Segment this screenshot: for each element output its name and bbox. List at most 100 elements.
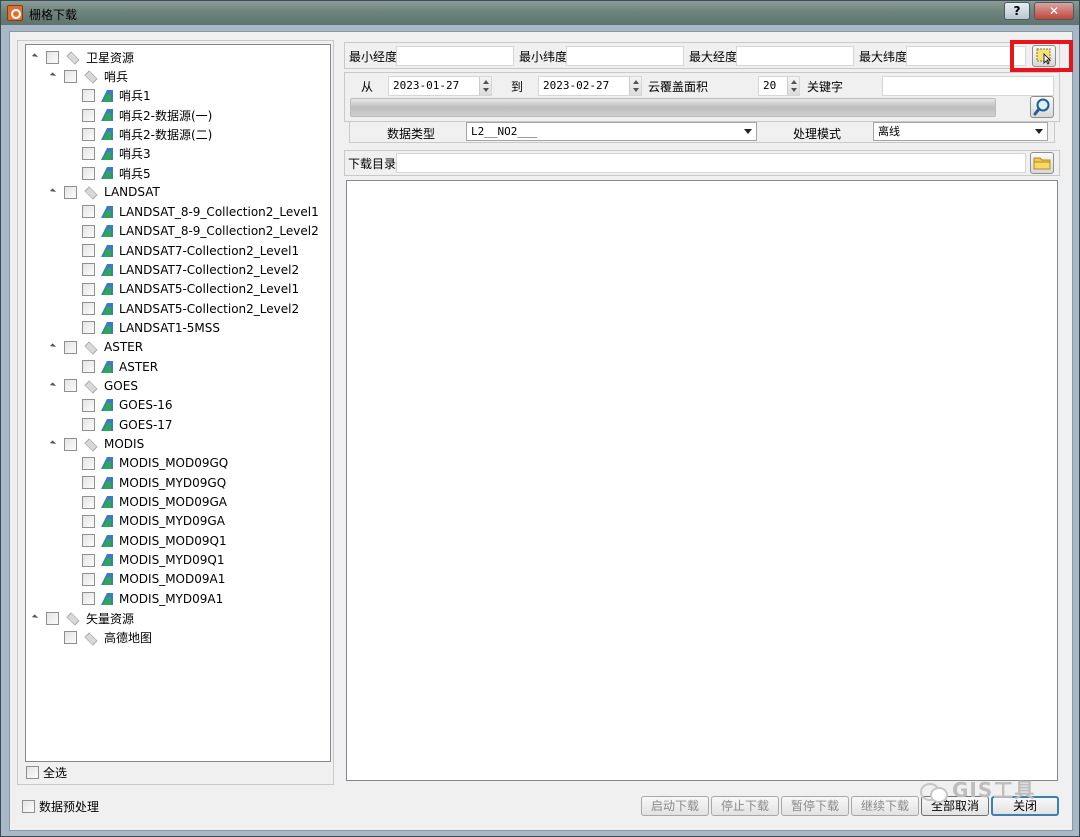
tree-item-checkbox[interactable] <box>82 514 95 528</box>
expand-arrow-icon[interactable] <box>50 377 60 395</box>
tree-item-checkbox[interactable] <box>82 553 95 567</box>
close-window-button[interactable]: ✕ <box>1034 2 1074 20</box>
tree-group-item[interactable]: ASTER <box>50 338 143 356</box>
stop-download-button[interactable]: 停止下载 <box>711 796 779 816</box>
pause-download-button[interactable]: 暂停下载 <box>781 796 849 816</box>
tree-item-checkbox[interactable] <box>82 476 95 490</box>
tree-item-checkbox[interactable] <box>82 302 95 316</box>
tree-group-item[interactable]: GOES <box>50 377 138 395</box>
tree-dataset-item[interactable]: MODIS_MYD09Q1 <box>82 551 224 569</box>
cloud-cover-spinner[interactable] <box>787 77 799 95</box>
expand-arrow-icon[interactable] <box>32 48 42 66</box>
tree-item-checkbox[interactable] <box>82 592 95 606</box>
resource-tree[interactable]: 卫星资源 哨兵 哨兵1 哨兵2-数据源(一) 哨兵2-数据源(二) 哨兵3 哨兵5 LANDS… <box>25 44 331 762</box>
tree-dataset-item[interactable]: MODIS_MYD09GQ <box>82 474 226 492</box>
tree-dataset-item[interactable]: LANDSAT7-Collection2_Level1 <box>82 242 299 260</box>
preprocess-option[interactable]: 数据预处理 <box>22 798 99 815</box>
help-button[interactable]: ? <box>1004 2 1030 20</box>
tree-item-checkbox[interactable] <box>82 495 95 509</box>
tree-dataset-item[interactable]: LANDSAT_8-9_Collection2_Level2 <box>82 222 319 240</box>
to-date-spinner[interactable] <box>629 77 641 95</box>
tree-dataset-item[interactable]: GOES-17 <box>82 416 173 434</box>
tree-item-checkbox[interactable] <box>82 418 95 432</box>
tree-item-checkbox[interactable] <box>82 572 95 586</box>
tree-item-checkbox[interactable] <box>46 611 59 625</box>
tree-item-checkbox[interactable] <box>64 379 77 393</box>
expand-arrow-icon[interactable] <box>50 338 60 356</box>
tree-item-checkbox[interactable] <box>82 205 95 219</box>
tree-item-checkbox[interactable] <box>64 437 77 451</box>
tree-item-checkbox[interactable] <box>82 127 95 141</box>
resume-download-button[interactable]: 继续下载 <box>851 796 919 816</box>
tree-item-checkbox[interactable] <box>82 398 95 412</box>
expand-arrow-icon[interactable] <box>50 67 60 85</box>
tree-group-item[interactable]: MODIS <box>50 435 144 453</box>
max-lat-input[interactable] <box>906 46 1026 66</box>
tree-item-checkbox[interactable] <box>82 282 95 296</box>
to-date-input[interactable]: 2023-02-27 <box>538 76 642 96</box>
browse-folder-button[interactable] <box>1030 152 1054 174</box>
tree-group-item[interactable]: 高德地图 <box>64 629 152 647</box>
select-all[interactable]: 全选 <box>26 764 67 781</box>
tree-item-checkbox[interactable] <box>64 69 77 83</box>
select-all-checkbox[interactable] <box>26 766 39 779</box>
tree-item-checkbox[interactable] <box>82 224 95 238</box>
tree-item-checkbox[interactable] <box>64 185 77 199</box>
mode-select[interactable]: 离线 <box>873 122 1048 141</box>
expand-arrow-icon[interactable] <box>50 435 60 453</box>
search-button[interactable] <box>1030 96 1054 118</box>
tree-dataset-item[interactable]: LANDSAT7-Collection2_Level2 <box>82 261 299 279</box>
from-date-spinner[interactable] <box>479 77 491 95</box>
tree-dataset-item[interactable]: 哨兵2-数据源(二) <box>82 125 212 143</box>
download-list[interactable] <box>346 180 1058 781</box>
tree-item-checkbox[interactable] <box>82 456 95 470</box>
expand-arrow-icon[interactable] <box>50 183 60 201</box>
tree-dataset-item[interactable]: 哨兵5 <box>82 164 151 182</box>
expand-arrow-icon[interactable] <box>32 609 42 627</box>
tree-group-item[interactable]: 矢量资源 <box>32 609 134 627</box>
tree-item-checkbox[interactable] <box>82 244 95 257</box>
tree-dataset-item[interactable]: 哨兵3 <box>82 145 151 163</box>
tree-item-checkbox[interactable] <box>64 340 77 354</box>
tree-item-checkbox[interactable] <box>82 108 95 122</box>
tree-item-checkbox[interactable] <box>82 263 95 277</box>
title-bar[interactable]: 栅格下载 ? ✕ <box>1 1 1079 25</box>
tree-item-checkbox[interactable] <box>82 360 95 374</box>
tree-dataset-item[interactable]: LANDSAT1-5MSS <box>82 319 220 337</box>
tree-dataset-item[interactable]: GOES-16 <box>82 396 173 414</box>
tree-dataset-item[interactable]: ASTER <box>82 358 158 376</box>
min-lat-input[interactable] <box>566 46 684 66</box>
tree-item-checkbox[interactable] <box>64 631 77 644</box>
tree-dataset-item[interactable]: MODIS_MOD09GQ <box>82 454 228 472</box>
tree-group-item[interactable]: LANDSAT <box>50 183 160 201</box>
tree-group-item[interactable]: 卫星资源 <box>32 48 134 66</box>
tree-dataset-item[interactable]: MODIS_MYD09GA <box>82 512 225 530</box>
min-lon-input[interactable] <box>396 46 514 66</box>
tree-dataset-item[interactable]: 哨兵1 <box>82 87 151 105</box>
tree-item-checkbox[interactable] <box>82 147 95 161</box>
preprocess-checkbox[interactable] <box>22 800 35 813</box>
tree-dataset-item[interactable]: 哨兵2-数据源(一) <box>82 106 212 124</box>
data-type-select[interactable]: L2__NO2___ <box>466 122 757 141</box>
tree-group-item[interactable]: 哨兵 <box>50 67 128 85</box>
tree-dataset-item[interactable]: MODIS_MYD09A1 <box>82 590 223 608</box>
tree-dataset-item[interactable]: MODIS_MOD09GA <box>82 493 227 511</box>
tree-dataset-item[interactable]: MODIS_MOD09Q1 <box>82 532 227 550</box>
tree-dataset-item[interactable]: LANDSAT_8-9_Collection2_Level1 <box>82 203 319 221</box>
keyword-label: 关键字 <box>807 80 844 94</box>
max-lon-input[interactable] <box>736 46 854 66</box>
tree-item-checkbox[interactable] <box>82 321 95 335</box>
download-dir-input[interactable] <box>396 153 1026 173</box>
tree-dataset-item[interactable]: LANDSAT5-Collection2_Level2 <box>82 300 299 318</box>
tree-item-checkbox[interactable] <box>82 89 95 103</box>
tree-dataset-item[interactable]: LANDSAT5-Collection2_Level1 <box>82 280 299 298</box>
tree-item-checkbox[interactable] <box>82 534 95 548</box>
start-download-button[interactable]: 启动下载 <box>641 796 709 816</box>
tree-dataset-item[interactable]: MODIS_MOD09A1 <box>82 570 225 588</box>
layer-group-icon <box>83 380 99 392</box>
tree-item-checkbox[interactable] <box>46 50 59 64</box>
raster-layer-icon <box>101 147 113 160</box>
from-date-input[interactable]: 2023-01-27 <box>388 76 492 96</box>
tree-item-checkbox[interactable] <box>82 166 95 180</box>
keyword-input[interactable] <box>882 76 1054 96</box>
